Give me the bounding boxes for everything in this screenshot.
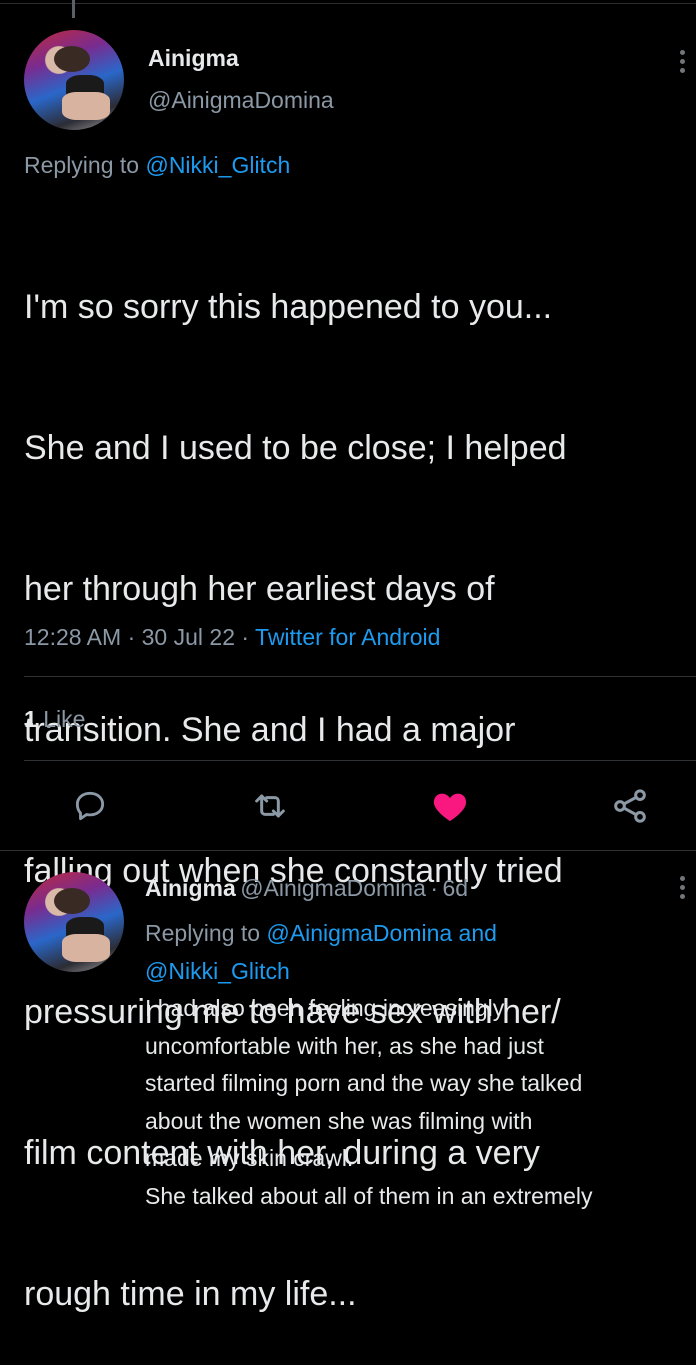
reply-text-line: made my skin crawl.: [145, 1145, 354, 1171]
replying-to-link[interactable]: @AinigmaDomina: [266, 920, 452, 946]
reply-author-avatar[interactable]: [24, 872, 124, 972]
reply-text: I had also been feeling increasingly unc…: [145, 990, 696, 1215]
tweet-time[interactable]: 12:28 AM: [24, 624, 121, 650]
top-divider: [0, 3, 696, 4]
tweet-text-line: I'm so sorry this happened to you...: [24, 288, 553, 326]
reply-text-line: She talked about all of them in an extre…: [145, 1182, 593, 1209]
tweet-text-line: her through her earliest days of: [24, 570, 495, 608]
reply-header: Ainigma @AinigmaDomina · 6d: [145, 875, 469, 901]
retweet-icon[interactable]: [250, 786, 290, 826]
heart-icon[interactable]: [430, 786, 470, 826]
likes-count[interactable]: 1 Like: [24, 706, 85, 733]
tweet-meta: 12:28 AM · 30 Jul 22 · Twitter for Andro…: [24, 624, 441, 650]
more-options-icon[interactable]: [680, 50, 686, 77]
divider: [24, 760, 696, 761]
tweet-source[interactable]: Twitter for Android: [255, 624, 440, 650]
reply-text-line: uncomfortable with her, as she had just: [145, 1032, 544, 1059]
reply-text-line: started filming porn and the way she tal…: [145, 1070, 583, 1096]
reply-icon[interactable]: [70, 786, 110, 826]
reply-age[interactable]: 6d: [442, 875, 468, 901]
reply-more-options-icon[interactable]: [680, 876, 686, 903]
thread-connector-line: [72, 0, 75, 18]
section-divider: [0, 850, 696, 851]
tweet-text-line: She and I used to be close; I helped: [24, 429, 567, 467]
share-icon[interactable]: [610, 786, 650, 826]
author-name[interactable]: Ainigma: [148, 45, 239, 72]
reply-author-name[interactable]: Ainigma: [145, 875, 236, 901]
tweet-date[interactable]: 30 Jul 22: [142, 624, 235, 650]
replying-to-link[interactable]: @Nikki_Glitch: [145, 958, 290, 984]
replying-to-link[interactable]: @Nikki_Glitch: [145, 152, 290, 178]
divider: [24, 676, 696, 677]
reply-text-line: about the women she was filming with: [145, 1107, 533, 1134]
tweet-text-line: rough time in my life...: [24, 1275, 357, 1313]
reply-replying-to: Replying to @AinigmaDomina and @Nikki_Gl…: [145, 920, 497, 984]
reply-author-handle[interactable]: @AinigmaDomina: [240, 875, 426, 901]
tweet-text-line: transition. She and I had a major: [24, 711, 516, 749]
author-handle[interactable]: @AinigmaDomina: [148, 87, 334, 114]
reply-text-line: I had also been feeling increasingly: [145, 995, 505, 1021]
like-count-number: 1: [24, 706, 37, 732]
replying-to: Replying to @Nikki_Glitch: [24, 152, 291, 178]
author-avatar[interactable]: [24, 30, 124, 130]
